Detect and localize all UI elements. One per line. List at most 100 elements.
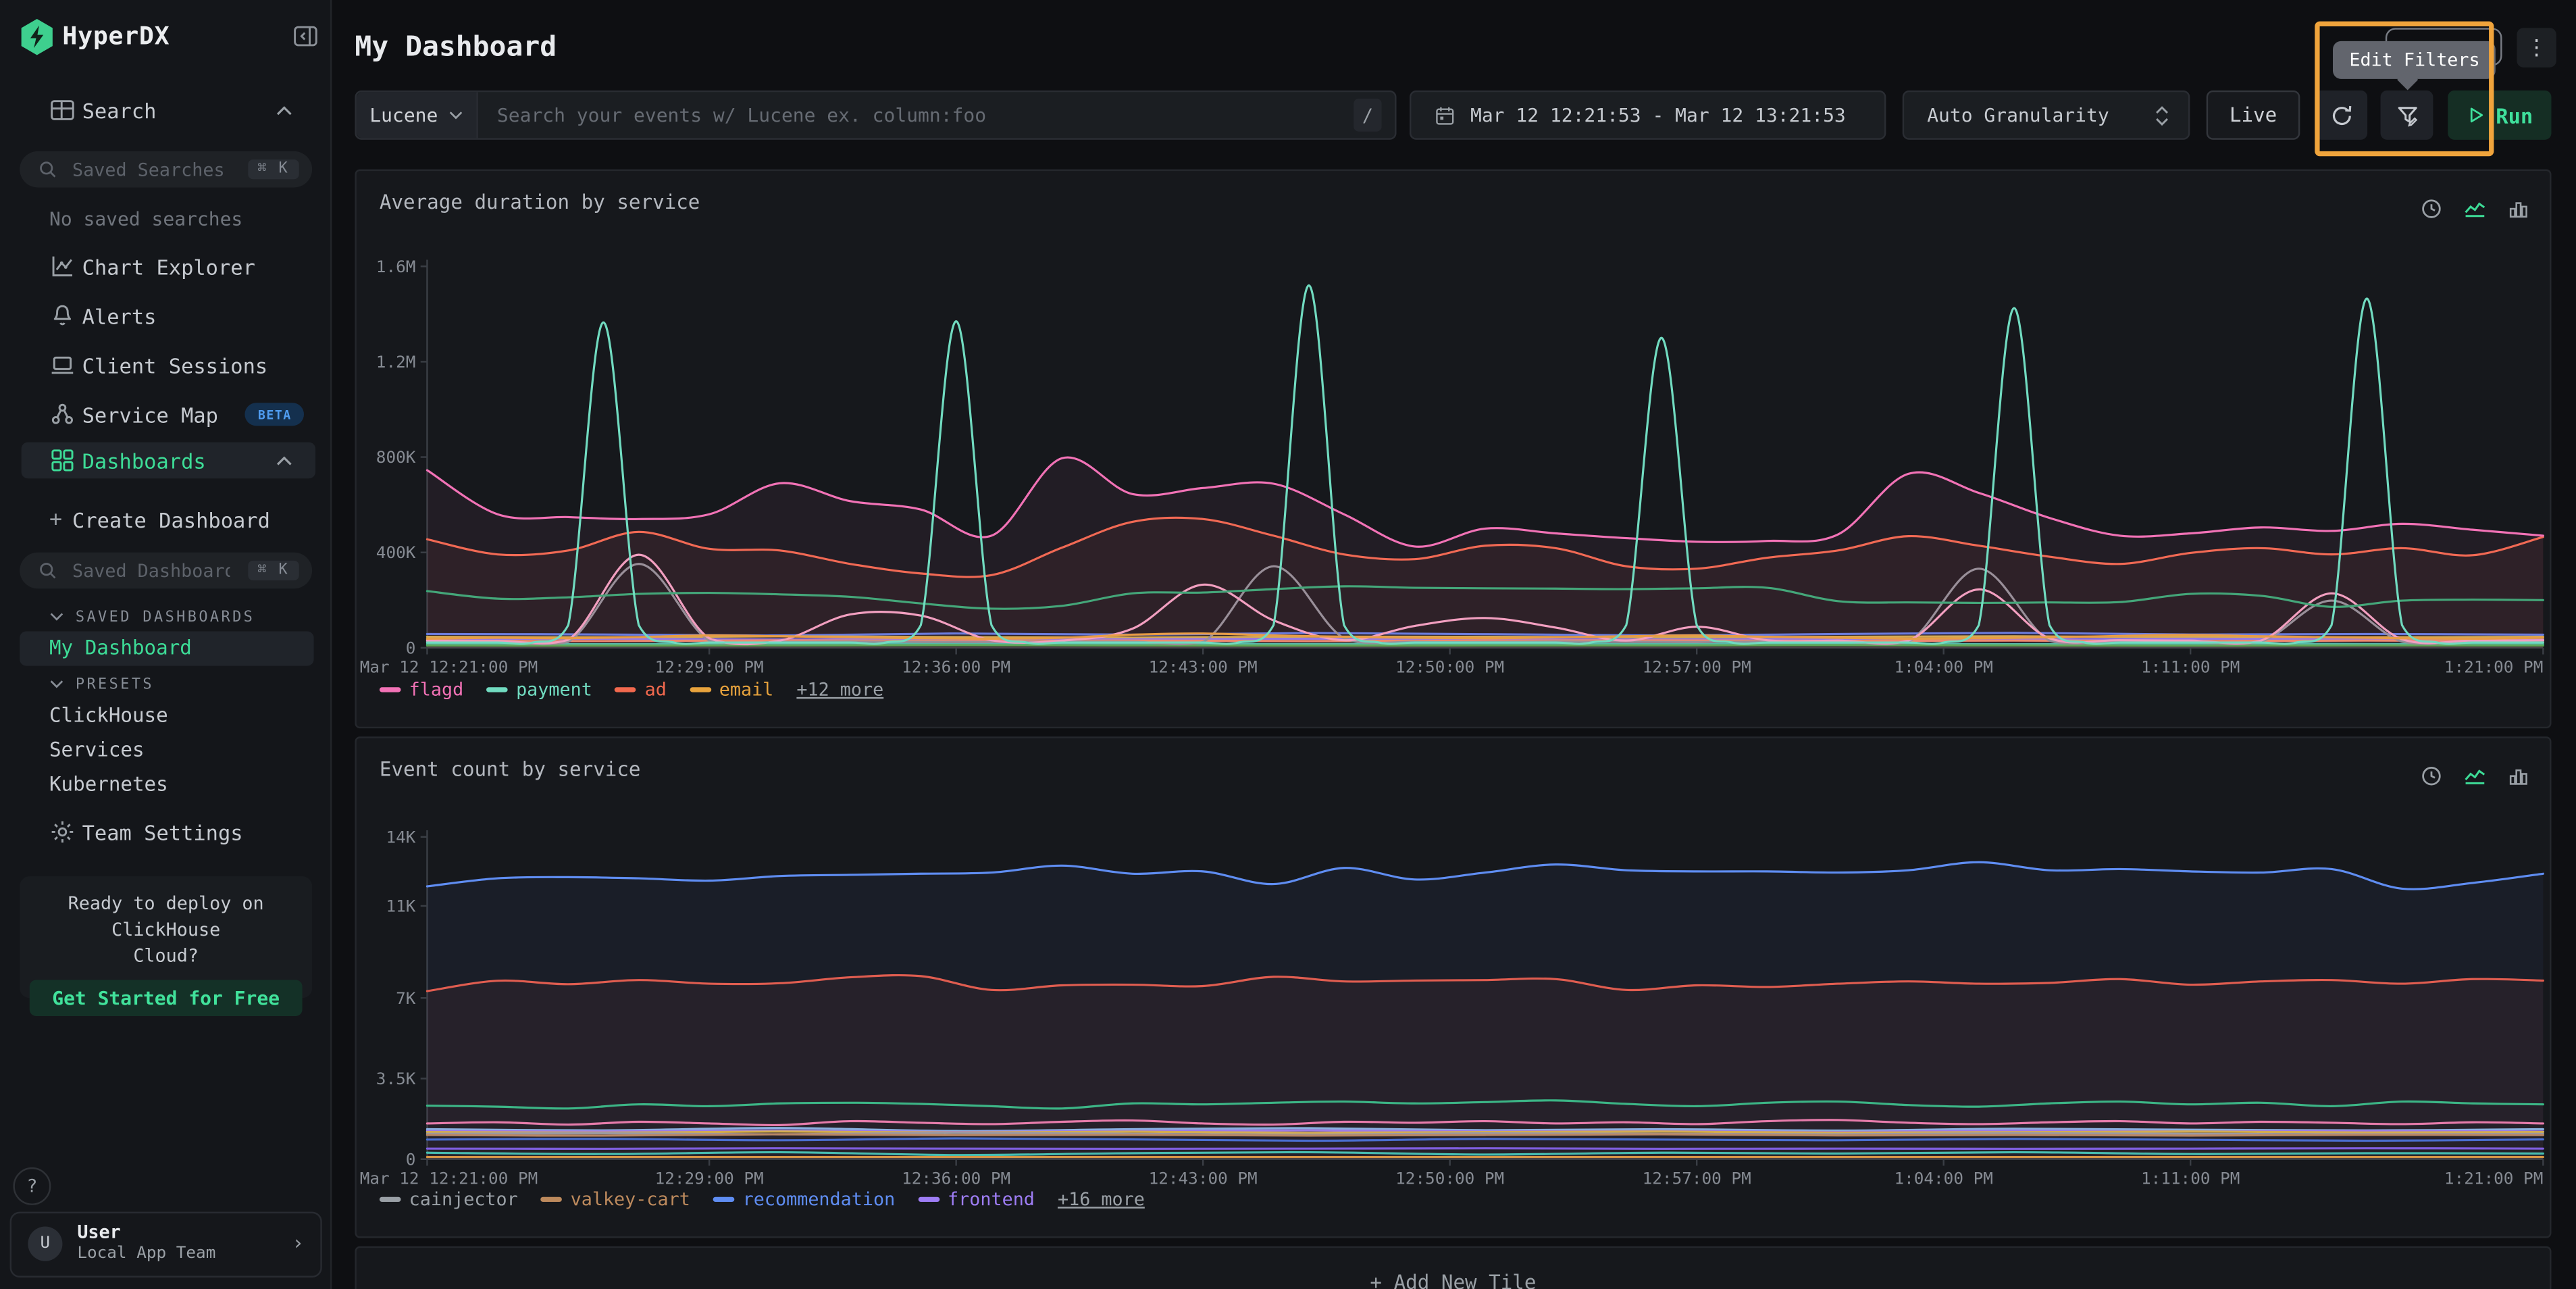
svg-text:12:57:00 PM: 12:57:00 PM xyxy=(1643,1168,1751,1188)
svg-text:12:43:00 PM: 12:43:00 PM xyxy=(1149,657,1258,676)
bell-icon xyxy=(49,303,76,329)
gear-icon xyxy=(49,819,76,845)
preset-item-clickhouse[interactable]: ClickHouse xyxy=(49,704,168,727)
svg-text:1:04:00 PM: 1:04:00 PM xyxy=(1894,1168,1992,1188)
preset-item-services[interactable]: Services xyxy=(49,738,145,761)
sidebar-item-alerts[interactable]: Alerts xyxy=(0,297,330,334)
svg-text:1:11:00 PM: 1:11:00 PM xyxy=(2141,1168,2240,1188)
sidebar-item-client-sessions[interactable]: Client Sessions xyxy=(0,347,330,384)
chevron-right-icon: › xyxy=(292,1232,304,1255)
sidebar-item-team-settings[interactable]: Team Settings xyxy=(0,814,330,851)
svg-text:12:29:00 PM: 12:29:00 PM xyxy=(655,657,764,676)
svg-text:0: 0 xyxy=(406,638,416,657)
service-map-icon xyxy=(49,401,76,428)
query-language-label: Lucene xyxy=(369,103,438,126)
calendar-icon xyxy=(1434,105,1456,127)
get-started-button[interactable]: Get Started for Free xyxy=(29,980,303,1016)
edit-filters-button[interactable] xyxy=(2381,91,2433,140)
avatar: U xyxy=(28,1227,62,1261)
svg-text:12:36:00 PM: 12:36:00 PM xyxy=(902,1168,1010,1188)
table-icon xyxy=(49,97,76,124)
preset-item-kubernetes[interactable]: Kubernetes xyxy=(49,773,168,796)
svg-text:Mar 12 12:21:00 PM: Mar 12 12:21:00 PM xyxy=(360,657,538,676)
cloud-card-text-line1: Ready to deploy on ClickHouse xyxy=(20,891,312,944)
kbd-hint: ⌘ K xyxy=(248,561,299,580)
svg-text:Mar 12 12:21:00 PM: Mar 12 12:21:00 PM xyxy=(360,1168,538,1188)
chevron-down-icon xyxy=(448,110,463,120)
run-button[interactable]: Run xyxy=(2448,91,2551,140)
sidebar: HyperDX Search ⌘ K xyxy=(0,0,332,1289)
chart-explorer-icon xyxy=(49,253,76,280)
edit-filters-tooltip: Edit Filters xyxy=(2333,41,2496,79)
create-dashboard-button[interactable]: + Create Dashboard xyxy=(0,501,330,538)
sidebar-item-label: Team Settings xyxy=(82,819,243,844)
help-button[interactable]: ? xyxy=(13,1167,51,1205)
svg-text:400K: 400K xyxy=(376,542,416,562)
live-button[interactable]: Live xyxy=(2207,91,2300,140)
granularity-select[interactable]: Auto Granularity xyxy=(1903,91,2190,140)
date-range-picker[interactable]: Mar 12 12:21:53 - Mar 12 13:21:53 xyxy=(1410,91,1886,140)
svg-text:12:29:00 PM: 12:29:00 PM xyxy=(655,1168,764,1188)
chart-canvas: 0 400K 800K 1.2M 1.6M Mar 12 12:21:00 PM 12:29… xyxy=(357,171,2550,727)
chevron-down-icon xyxy=(49,611,64,622)
hyperdx-logo-icon xyxy=(20,18,54,56)
refresh-button[interactable] xyxy=(2315,91,2367,140)
svg-text:1.2M: 1.2M xyxy=(376,352,416,372)
svg-text:12:43:00 PM: 12:43:00 PM xyxy=(1149,1168,1258,1188)
chart-canvas: 03.5K7K11K14KMar 12 12:21:00 PM12:29:00 … xyxy=(357,738,2550,1236)
kbd-hint: ⌘ K xyxy=(248,159,299,179)
query-language-select[interactable]: Lucene xyxy=(357,92,478,138)
sidebar-item-label: Client Sessions xyxy=(82,353,268,378)
no-saved-searches-text: No saved searches xyxy=(49,207,242,230)
dashboard-menu-button[interactable]: ⋮ xyxy=(2517,28,2556,67)
collapse-sidebar-icon[interactable] xyxy=(292,23,319,49)
sidebar-item-service-map[interactable]: Service Map BETA xyxy=(0,397,330,433)
saved-searches-input[interactable]: ⌘ K xyxy=(20,151,312,188)
play-icon xyxy=(2467,105,2486,125)
tile-average-duration: Average duration by service flagdpayment… xyxy=(355,170,2551,728)
user-name: User xyxy=(77,1221,120,1243)
laptop-icon xyxy=(49,352,76,378)
svg-text:1:21:00 PM: 1:21:00 PM xyxy=(2444,1168,2543,1188)
granularity-value: Auto Granularity xyxy=(1927,92,2109,138)
chevron-up-icon xyxy=(276,105,292,117)
saved-searches-field[interactable] xyxy=(69,157,233,182)
sidebar-item-my-dashboard[interactable]: My Dashboard xyxy=(20,632,313,666)
section-saved-dashboards[interactable]: SAVED DASHBOARDS xyxy=(0,605,330,632)
svg-text:11K: 11K xyxy=(386,896,415,915)
live-label: Live xyxy=(2230,103,2277,126)
svg-text:12:57:00 PM: 12:57:00 PM xyxy=(1643,657,1751,676)
slash-kbd-hint: / xyxy=(1354,99,1381,132)
grid-icon xyxy=(49,447,76,474)
sidebar-item-chart-explorer[interactable]: Chart Explorer xyxy=(0,248,330,284)
user-menu[interactable]: U User Local App Team › xyxy=(10,1212,322,1278)
clickhouse-cloud-card: Ready to deploy on ClickHouse Cloud? Get… xyxy=(20,876,312,998)
sidebar-item-label: Chart Explorer xyxy=(82,254,255,279)
cloud-card-text-line2: Cloud? xyxy=(20,944,312,970)
svg-text:3.5K: 3.5K xyxy=(376,1069,416,1088)
sidebar-item-dashboards[interactable]: Dashboards xyxy=(22,443,315,479)
beta-badge: BETA xyxy=(244,403,305,426)
filter-edit-icon xyxy=(2394,103,2419,128)
chevron-up-down-icon xyxy=(2154,105,2170,127)
add-new-tile-button[interactable]: + Add New Tile xyxy=(355,1246,2551,1289)
svg-text:800K: 800K xyxy=(376,447,416,467)
saved-dashboards-input[interactable]: ⌘ K xyxy=(20,553,312,589)
section-label: SAVED DASHBOARDS xyxy=(76,610,255,626)
brand-name: HyperDX xyxy=(62,22,170,51)
svg-text:1:11:00 PM: 1:11:00 PM xyxy=(2141,657,2240,676)
saved-dashboards-field[interactable] xyxy=(69,558,233,583)
event-search-bar: Lucene / xyxy=(355,91,1396,140)
search-input[interactable] xyxy=(494,102,1223,128)
section-presets[interactable]: PRESETS xyxy=(0,672,330,699)
page-title: My Dashboard xyxy=(355,31,557,64)
tile-event-count: Event count by service cainjectorvalkey-… xyxy=(355,736,2551,1238)
sidebar-item-label: Search xyxy=(82,98,157,123)
sidebar-item-search[interactable]: Search xyxy=(0,92,330,128)
more-vertical-icon: ⋮ xyxy=(2526,35,2548,60)
create-dashboard-label: Create Dashboard xyxy=(72,507,270,532)
dashboard-link-label: My Dashboard xyxy=(49,636,192,659)
chevron-up-icon xyxy=(276,455,292,467)
svg-text:12:50:00 PM: 12:50:00 PM xyxy=(1395,657,1504,676)
svg-text:1.6M: 1.6M xyxy=(376,257,416,276)
